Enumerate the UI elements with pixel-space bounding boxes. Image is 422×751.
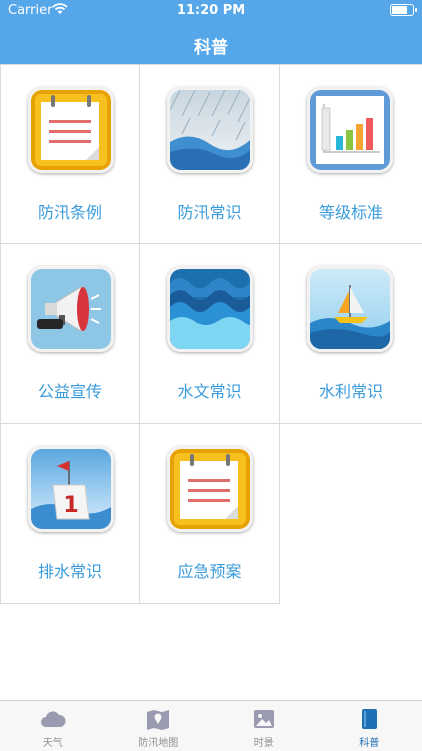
nav-header: Carrier 11:20 PM 科普 (0, 0, 422, 64)
tab-weather[interactable]: 天气 (0, 701, 106, 751)
cloud-icon (39, 707, 67, 731)
tab-science[interactable]: 科普 (317, 701, 422, 751)
topic-label: 排水常识 (1, 558, 139, 582)
clock: 11:20 PM (0, 3, 422, 18)
topic-label: 防汛条例 (1, 199, 139, 223)
topic-item-hydrology-knowledge[interactable]: 水文常识 (140, 244, 280, 424)
tab-label: 科普 (317, 734, 422, 749)
topic-item-flood-regulations[interactable]: 防汛条例 (0, 64, 140, 244)
topic-item-drainage-knowledge[interactable]: 1 排水常识 (0, 424, 140, 604)
tab-label: 时景 (211, 734, 317, 749)
topic-label: 应急预案 (140, 558, 279, 582)
book-icon (355, 707, 383, 731)
status-bar: Carrier 11:20 PM (0, 0, 422, 22)
topic-label: 等级标准 (280, 199, 422, 223)
topic-label: 水文常识 (140, 378, 279, 402)
tab-bar: 天气 防汛地图 时景 科普 (0, 700, 422, 751)
photo-icon (250, 707, 278, 731)
page-title: 科普 (0, 33, 422, 58)
tab-scenes[interactable]: 时景 (211, 701, 317, 751)
tab-label: 防汛地图 (106, 734, 212, 749)
tab-flood-map[interactable]: 防汛地图 (106, 701, 212, 751)
topic-item-public-awareness[interactable]: 公益宣传 (0, 244, 140, 424)
svg-text:1: 1 (63, 493, 78, 518)
topic-label: 水利常识 (280, 378, 422, 402)
topic-item-emergency-plan[interactable]: 应急预案 (140, 424, 280, 604)
waves-icon (167, 266, 253, 352)
notepad-icon (167, 446, 253, 532)
rain-icon (167, 87, 253, 173)
topic-item-level-standards[interactable]: 等级标准 (280, 64, 422, 244)
sailboat-icon (307, 266, 393, 352)
flag-marker-icon: 1 (28, 446, 114, 532)
tab-label: 天气 (0, 734, 106, 749)
topic-item-flood-knowledge[interactable]: 防汛常识 (140, 64, 280, 244)
battery-icon (390, 4, 414, 16)
map-icon (144, 707, 172, 731)
notepad-icon (28, 87, 114, 173)
megaphone-icon (28, 266, 114, 352)
topic-label: 公益宣传 (1, 378, 139, 402)
topic-item-water-conservancy[interactable]: 水利常识 (280, 244, 422, 424)
topic-label: 防汛常识 (140, 199, 279, 223)
bar-chart-icon (307, 87, 393, 173)
